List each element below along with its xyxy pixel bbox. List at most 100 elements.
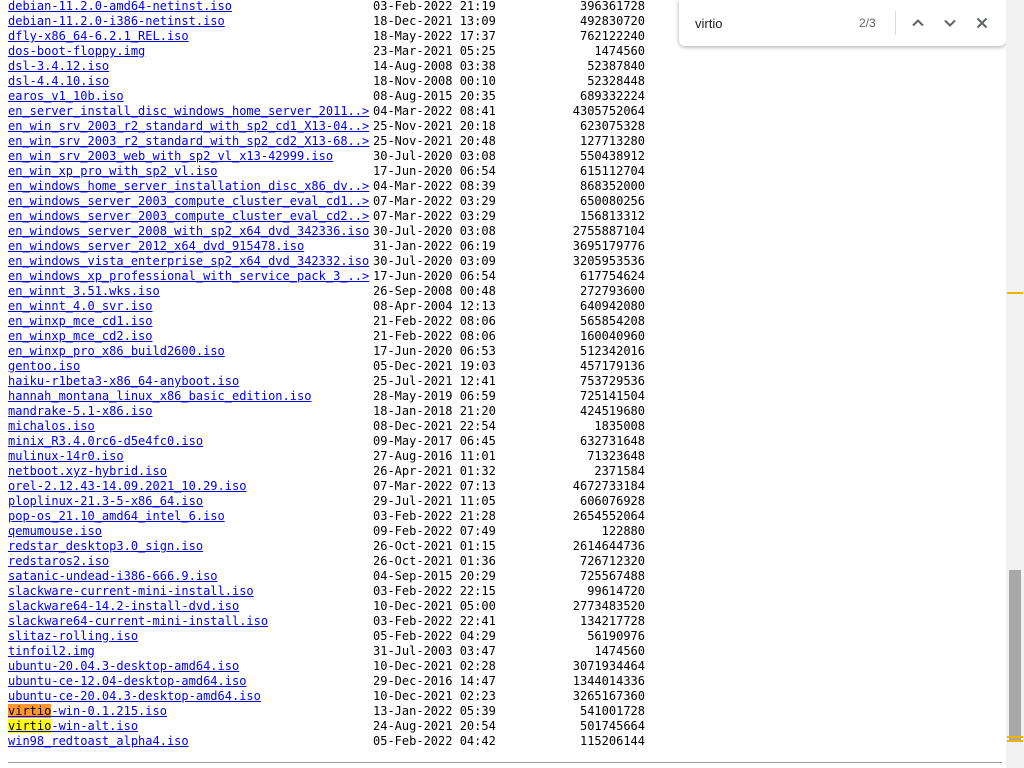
file-date: 30-Jul-2020 03:09	[373, 254, 496, 268]
file-link[interactable]: ubuntu-ce-20.04.3-desktop-amd64.iso	[8, 689, 261, 704]
listing-row: orel-2.12.43-14.09.2021_10.29.iso 07-Mar-…	[8, 479, 998, 494]
file-date: 21-Feb-2022 08:06	[373, 329, 496, 343]
file-link[interactable]: en_server_install_disc_windows_home_serv…	[8, 104, 369, 119]
file-link[interactable]: en_windows_vista_enterprise_sp2_x64_dvd_…	[8, 254, 369, 269]
file-date: 21-Feb-2022 08:06	[373, 314, 496, 328]
file-link[interactable]: virtio-win-0.1.215.iso	[8, 704, 167, 719]
file-size: 617754624	[579, 269, 645, 283]
file-link[interactable]: en_windows_home_server_installation_disc…	[8, 179, 369, 194]
find-input[interactable]	[695, 14, 845, 32]
chevron-up-icon	[912, 19, 924, 27]
file-link[interactable]: en_windows_xp_professional_with_service_…	[8, 269, 369, 284]
file-link[interactable]: qemumouse.iso	[8, 524, 102, 539]
file-link[interactable]: en_windows_server_2003_compute_cluster_e…	[8, 209, 369, 224]
file-link[interactable]: en_winnt_3.51.wks.iso	[8, 284, 160, 299]
find-previous-button[interactable]	[906, 11, 930, 35]
file-link[interactable]: debian-11.2.0-i386-netinst.iso	[8, 14, 225, 29]
file-link[interactable]: dos-boot-floppy.img	[8, 44, 145, 59]
file-link[interactable]: dfly-x86_64-6.2.1_REL.iso	[8, 29, 189, 44]
file-size: 56190976	[587, 629, 645, 643]
file-date: 08-Aug-2015 20:35	[373, 89, 496, 103]
file-date: 14-Aug-2008 03:38	[373, 59, 496, 73]
listing-row: en_windows_server_2008_with_sp2_x64_dvd_…	[8, 224, 998, 239]
file-link[interactable]: slackware-current-mini-install.iso	[8, 584, 254, 599]
file-link[interactable]: en_windows_server_2003_compute_cluster_e…	[8, 194, 369, 209]
file-size: 541001728	[579, 704, 645, 718]
file-link[interactable]: en_windows_server_2012_x64_dvd_915478.is…	[8, 239, 304, 254]
file-link[interactable]: en_winxp_mce_cd1.iso	[8, 314, 153, 329]
scrollbar-thumb[interactable]	[1009, 570, 1021, 740]
file-link[interactable]: pop-os_21.10_amd64_intel_6.iso	[8, 509, 225, 524]
file-link[interactable]: netboot.xyz-hybrid.iso	[8, 464, 167, 479]
file-link[interactable]: en_win_srv_2003_r2_standard_with_sp2_cd2…	[8, 134, 369, 149]
file-size: 606076928	[579, 494, 645, 508]
file-link[interactable]: ubuntu-ce-12.04-desktop-amd64.iso	[8, 674, 246, 689]
file-link[interactable]: michalos.iso	[8, 419, 95, 434]
file-date: 27-Aug-2016 11:01	[373, 449, 496, 463]
file-date: 29-Jul-2021 11:05	[373, 494, 496, 508]
file-link[interactable]: virtio-win-alt.iso	[8, 719, 138, 734]
file-date: 17-Jun-2020 06:54	[373, 164, 496, 178]
file-link[interactable]: minix_R3.4.0rc6-d5e4fc0.iso	[8, 434, 203, 449]
file-date: 03-Feb-2022 21:19	[373, 0, 496, 13]
file-date: 08-Apr-2004 12:13	[373, 299, 496, 313]
file-size: 134217728	[579, 614, 645, 628]
file-link[interactable]: en_winxp_mce_cd2.iso	[8, 329, 153, 344]
file-size: 2614644736	[572, 539, 645, 553]
file-link[interactable]: hannah_montana_linux_x86_basic_edition.i…	[8, 389, 311, 404]
file-link[interactable]: mandrake-5.1-x86.iso	[8, 404, 153, 419]
file-link[interactable]: tinfoil2.img	[8, 644, 95, 659]
file-link[interactable]: slackware64-14.2-install-dvd.iso	[8, 599, 239, 614]
file-date: 26-Sep-2008 00:48	[373, 284, 496, 298]
listing-row: virtio-win-0.1.215.iso 13-Jan-2022 05:39 5…	[8, 704, 998, 719]
file-size: 492830720	[579, 14, 645, 28]
file-size: 632731648	[579, 434, 645, 448]
file-link[interactable]: slitaz-rolling.iso	[8, 629, 138, 644]
file-link[interactable]: orel-2.12.43-14.09.2021_10.29.iso	[8, 479, 246, 494]
listing-row: mandrake-5.1-x86.iso 18-Jan-2018 21:20 424…	[8, 404, 998, 419]
file-link[interactable]: ubuntu-20.04.3-desktop-amd64.iso	[8, 659, 239, 674]
file-link[interactable]: en_winxp_pro_x86_build2600.iso	[8, 344, 225, 359]
file-link[interactable]: earos_v1_10b.iso	[8, 89, 124, 104]
file-link[interactable]: dsl-3.4.12.iso	[8, 59, 109, 74]
file-link[interactable]: en_win_srv_2003_web_with_sp2_vl_x13-4299…	[8, 149, 333, 164]
file-link[interactable]: dsl-4.4.10.iso	[8, 74, 109, 89]
file-link[interactable]: mulinux-14r0.iso	[8, 449, 124, 464]
file-date: 18-Dec-2021 13:09	[373, 14, 496, 28]
file-link[interactable]: slackware64-current-mini-install.iso	[8, 614, 268, 629]
listing-row: en_windows_server_2003_compute_cluster_e…	[8, 194, 998, 209]
file-link[interactable]: win98_redtoast_alpha4.iso	[8, 734, 189, 749]
file-size: 550438912	[579, 149, 645, 163]
file-size: 726712320	[579, 554, 645, 568]
file-date: 25-Nov-2021 20:48	[373, 134, 496, 148]
file-date: 17-Jun-2020 06:54	[373, 269, 496, 283]
file-link[interactable]: en_win_srv_2003_r2_standard_with_sp2_cd1…	[8, 119, 369, 134]
file-link[interactable]: ploplinux-21.3-5-x86_64.iso	[8, 494, 203, 509]
file-link[interactable]: gentoo.iso	[8, 359, 80, 374]
find-next-button[interactable]	[938, 11, 962, 35]
file-date: 10-Dec-2021 02:23	[373, 689, 496, 703]
find-close-button[interactable]	[970, 11, 994, 35]
file-date: 30-Jul-2020 03:08	[373, 149, 496, 163]
file-size: 640942080	[579, 299, 645, 313]
file-link[interactable]: en_win_xp_pro_with_sp2_vl.iso	[8, 164, 218, 179]
file-date: 23-Mar-2021 05:25	[373, 44, 496, 58]
file-size: 565854208	[579, 314, 645, 328]
file-date: 04-Mar-2022 08:39	[373, 179, 496, 193]
file-link[interactable]: en_windows_server_2008_with_sp2_x64_dvd_…	[8, 224, 369, 239]
listing-row: en_win_srv_2003_r2_standard_with_sp2_cd1…	[8, 119, 998, 134]
directory-listing: debian-11.2.0-amd64-netinst.iso 03-Feb-20…	[8, 0, 998, 749]
file-date: 03-Feb-2022 22:15	[373, 584, 496, 598]
file-link[interactable]: debian-11.2.0-amd64-netinst.iso	[8, 0, 232, 14]
file-size: 512342016	[579, 344, 645, 358]
file-link[interactable]: redstar_desktop3.0_sign.iso	[8, 539, 203, 554]
find-match-marker	[1007, 292, 1023, 294]
vertical-scrollbar[interactable]	[1006, 0, 1024, 768]
listing-row: en_windows_xp_professional_with_service_…	[8, 269, 998, 284]
file-link[interactable]: satanic-undead-i386-666.9.iso	[8, 569, 218, 584]
file-link[interactable]: redstaros2.iso	[8, 554, 109, 569]
file-link[interactable]: en_winnt_4.0_svr.iso	[8, 299, 153, 314]
file-date: 25-Nov-2021 20:18	[373, 119, 496, 133]
file-link[interactable]: haiku-r1beta3-x86_64-anyboot.iso	[8, 374, 239, 389]
file-size: 762122240	[579, 29, 645, 43]
